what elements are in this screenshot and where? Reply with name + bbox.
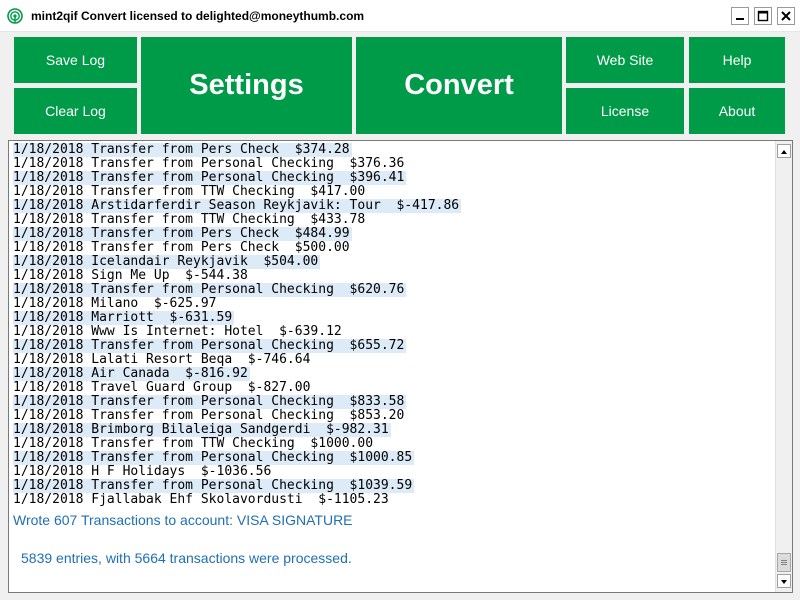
arrow-up-icon [781,150,787,154]
log-line: 1/18/2018 Transfer from TTW Checking $10… [13,437,374,451]
log-line: 1/18/2018 Transfer from Personal Checkin… [13,339,407,353]
grip-line [781,560,787,561]
maximize-button[interactable] [754,7,772,25]
log-line: 1/18/2018 Sign Me Up $-544.38 [13,269,248,283]
log-line: 1/18/2018 Fjallabak Ehf Skolavordusti $-… [13,493,389,507]
log-line: 1/18/2018 Brimborg Bilaleiga Sandgerdi $… [13,423,391,437]
app-logo-icon [7,8,23,24]
log-line: 1/18/2018 Icelandair Reykjavik $504.00 [13,255,321,269]
about-button[interactable]: About [689,88,785,134]
log-line: 1/18/2018 Transfer from Personal Checkin… [13,479,415,493]
log-line: 1/18/2018 Lalati Resort Beqa $-746.64 [13,353,311,367]
log-line: 1/18/2018 Transfer from Pers Check $500.… [13,241,350,255]
web-site-button[interactable]: Web Site [566,37,684,83]
window-title: mint2qif Convert licensed to delighted@m… [31,9,365,23]
log-line: 1/18/2018 Transfer from Personal Checkin… [13,451,415,465]
minimize-button[interactable] [731,7,749,25]
log-lines: 1/18/2018 Transfer from Pers Check $374.… [13,141,773,507]
clear-log-button[interactable]: Clear Log [14,88,137,134]
log-line: 1/18/2018 Transfer from TTW Checking $41… [13,185,366,199]
log-line: 1/18/2018 Transfer from Personal Checkin… [13,171,407,185]
convert-button[interactable]: Convert [356,37,562,134]
scroll-thumb[interactable] [777,553,791,572]
log-line: 1/18/2018 Transfer from Personal Checkin… [13,395,407,409]
log-line: 1/18/2018 Transfer from TTW Checking $43… [13,213,366,227]
status-wrote-transactions: Wrote 607 Transactions to account: VISA … [13,512,353,528]
maximize-icon [757,10,769,22]
log-line: 1/18/2018 Marriott $-631.59 [13,311,235,325]
status-entries-processed: 5839 entries, with 5664 transactions wer… [21,550,352,566]
log-line: 1/18/2018 Transfer from Personal Checkin… [13,157,405,171]
grip-line [781,564,787,565]
log-line: 1/18/2018 Transfer from Personal Checkin… [13,283,407,297]
arrow-down-icon [781,580,787,584]
scroll-up-button[interactable] [777,144,791,158]
close-button[interactable] [777,7,795,25]
vertical-scrollbar[interactable] [775,141,792,592]
save-log-button[interactable]: Save Log [14,37,137,83]
log-line: 1/18/2018 Milano $-625.97 [13,297,217,311]
log-line: 1/18/2018 Transfer from Personal Checkin… [13,409,405,423]
toolbar: Save Log Clear Log Settings Convert Web … [0,32,800,138]
log-line: 1/18/2018 Transfer from Pers Check $484.… [13,227,352,241]
close-icon [781,11,791,21]
log-line: 1/18/2018 Arstidarferdir Season Reykjavi… [13,199,462,213]
log-line: 1/18/2018 Travel Guard Group $-827.00 [13,381,311,395]
license-button[interactable]: License [566,88,684,134]
settings-button[interactable]: Settings [141,37,352,134]
minimize-icon [736,18,744,20]
log-line: 1/18/2018 Www Is Internet: Hotel $-639.1… [13,325,342,339]
log-line: 1/18/2018 H F Holidays $-1036.56 [13,465,272,479]
title-bar: mint2qif Convert licensed to delighted@m… [0,0,800,32]
log-panel[interactable]: 1/18/2018 Transfer from Pers Check $374.… [8,140,793,593]
log-line: 1/18/2018 Air Canada $-816.92 [13,367,250,381]
log-line: 1/18/2018 Transfer from Pers Check $374.… [13,143,352,157]
grip-line [781,562,787,563]
scroll-down-button[interactable] [777,574,791,588]
help-button[interactable]: Help [689,37,785,83]
